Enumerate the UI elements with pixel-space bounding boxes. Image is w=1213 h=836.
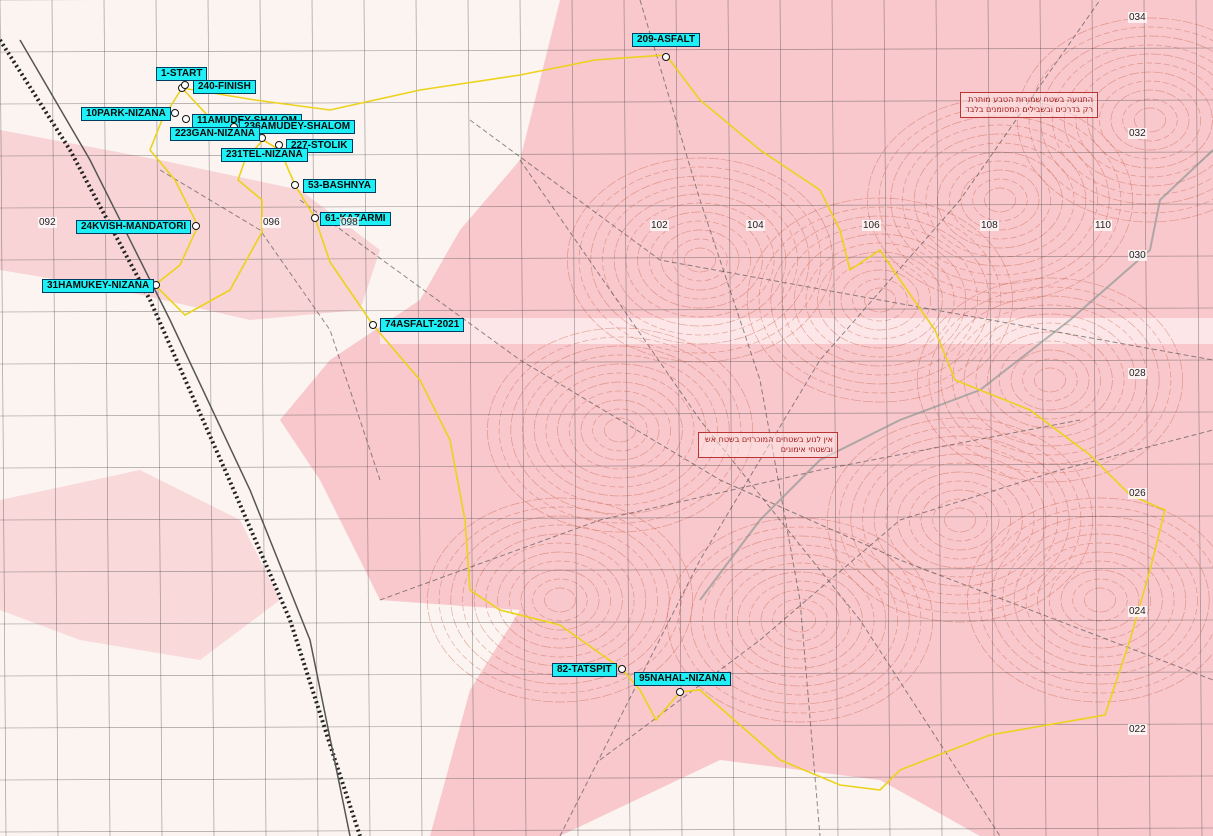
waypoint-label[interactable]: 74ASFALT-2021 [380, 318, 465, 332]
restricted-zone [280, 0, 1213, 836]
grid-y-label: 028 [1128, 368, 1147, 379]
waypoint-marker[interactable] [311, 214, 319, 222]
waypoint-marker[interactable] [369, 321, 377, 329]
grid-x-label: 092 [38, 217, 57, 228]
waypoint-label[interactable]: 231TEL-NIZANA [221, 148, 308, 162]
grid-line-vertical [103, 0, 111, 836]
grid-y-label: 024 [1128, 606, 1147, 617]
waypoint-marker[interactable] [618, 665, 626, 673]
waypoint-label[interactable]: 223GAN-NIZANA [170, 127, 261, 141]
grid-y-label: 032 [1128, 128, 1147, 139]
grid-y-label: 030 [1128, 250, 1147, 261]
waypoint-label[interactable]: 24KVISH-MANDATORI [76, 220, 192, 234]
grid-x-label: 106 [862, 220, 881, 231]
waypoint-label[interactable]: 53-BASHNYA [303, 179, 376, 193]
grid-y-label: 022 [1128, 724, 1147, 735]
firing-zone-note: אין לנוע בשטחים המוכרזים בשטח אש ובשטחי … [698, 432, 838, 458]
grid-x-label: 104 [746, 220, 765, 231]
waypoint-marker[interactable] [182, 115, 190, 123]
nature-reserve-note: התנועה בשטח שמורות הטבע מותרת רק בדרכים … [960, 92, 1098, 118]
waypoint-marker[interactable] [171, 109, 179, 117]
waypoint-marker[interactable] [662, 53, 670, 61]
waypoint-label[interactable]: 240-FINISH [193, 80, 256, 94]
topographic-map[interactable]: 1-START240-FINISH10PARK-NIZANA11AMUDEY-S… [0, 0, 1213, 836]
grid-x-label: 098 [340, 217, 359, 228]
waypoint-marker[interactable] [192, 222, 200, 230]
restricted-zone-lower-left [0, 470, 280, 660]
grid-x-label: 096 [262, 217, 281, 228]
map-fold-band [380, 318, 1213, 344]
grid-y-label: 034 [1128, 12, 1147, 23]
waypoint-marker[interactable] [676, 688, 684, 696]
waypoint-label[interactable]: 95NAHAL-NIZANA [634, 672, 732, 686]
waypoint-marker[interactable] [291, 181, 299, 189]
map-layer [0, 0, 1213, 836]
waypoint-label[interactable]: 209-ASFALT [632, 33, 701, 47]
grid-line-vertical [0, 0, 7, 836]
waypoint-label[interactable]: 10PARK-NIZANA [81, 107, 171, 121]
grid-y-label: 026 [1128, 488, 1147, 499]
waypoint-marker[interactable] [181, 81, 189, 89]
grid-x-label: 110 [1094, 220, 1112, 231]
waypoint-label[interactable]: 1-START [156, 67, 208, 81]
waypoint-label[interactable]: 82-TATSPIT [552, 663, 617, 677]
grid-x-label: 102 [650, 220, 669, 231]
grid-x-label: 108 [980, 220, 999, 231]
waypoint-label[interactable]: 31HAMUKEY-NIZANA [42, 279, 155, 293]
